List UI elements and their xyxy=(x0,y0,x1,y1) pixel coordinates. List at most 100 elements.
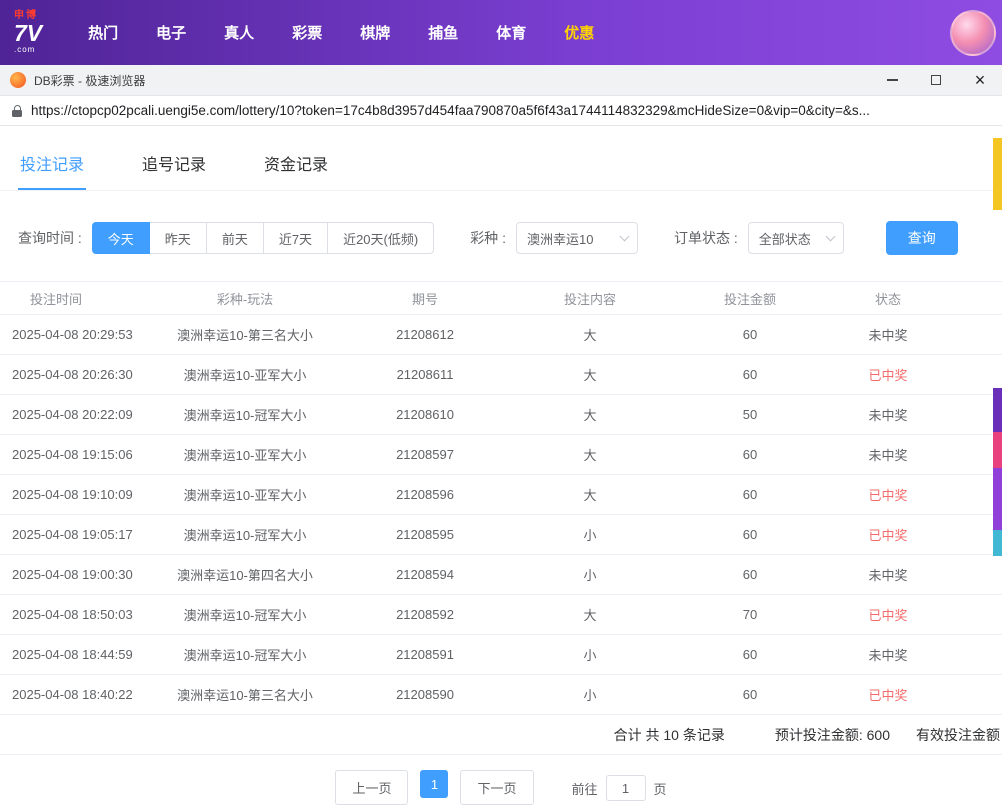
cell-game-play: 澳洲幸运10-第四名大小 xyxy=(150,565,340,584)
cell-issue-number: 21208591 xyxy=(340,647,510,662)
window-controls: × xyxy=(870,65,1002,95)
close-button[interactable]: × xyxy=(958,65,1002,95)
minimize-button[interactable] xyxy=(870,65,914,95)
time-filter-option[interactable]: 前天 xyxy=(206,222,264,254)
lottery-select-value: 澳洲幸运10 xyxy=(527,229,593,248)
cell-game-play: 澳洲幸运10-冠军大小 xyxy=(150,525,340,544)
nav-item[interactable]: 彩票 xyxy=(292,22,322,43)
user-avatar[interactable] xyxy=(950,10,996,56)
cell-game-play: 澳洲幸运10-冠军大小 xyxy=(150,605,340,624)
record-tabs: 投注记录追号记录资金记录 xyxy=(0,136,1002,191)
cell-bet-amount: 50 xyxy=(670,407,830,422)
table-row[interactable]: 2025-04-08 18:44:59 澳洲幸运10-冠军大小 21208591… xyxy=(0,635,1002,675)
cell-game-play: 澳洲幸运10-冠军大小 xyxy=(150,405,340,424)
nav-item[interactable]: 优惠 xyxy=(564,22,594,43)
cell-issue-number: 21208611 xyxy=(340,367,510,382)
table-row[interactable]: 2025-04-08 19:10:09 澳洲幸运10-亚军大小 21208596… xyxy=(0,475,1002,515)
cell-issue-number: 21208595 xyxy=(340,527,510,542)
summary-estimated-amount: 预计投注金额: 600 xyxy=(775,725,890,745)
table-header-cell: 彩种-玩法 xyxy=(150,289,340,308)
table-header-cell: 投注内容 xyxy=(510,289,670,308)
cell-status: 已中奖 xyxy=(830,365,1002,384)
chevron-down-icon xyxy=(825,232,835,242)
tab[interactable]: 追号记录 xyxy=(140,136,208,190)
cell-issue-number: 21208610 xyxy=(340,407,510,422)
table-header-cell: 状态 xyxy=(830,289,1002,308)
lottery-select[interactable]: 澳洲幸运10 xyxy=(516,222,638,254)
cell-issue-number: 21208590 xyxy=(340,687,510,702)
table-row[interactable]: 2025-04-08 19:15:06 澳洲幸运10-亚军大小 21208597… xyxy=(0,435,1002,475)
table-row[interactable]: 2025-04-08 18:50:03 澳洲幸运10-冠军大小 21208592… xyxy=(0,595,1002,635)
goto-page-unit: 页 xyxy=(654,779,667,798)
cell-bet-content: 大 xyxy=(510,605,670,624)
cell-bet-time: 2025-04-08 19:05:17 xyxy=(0,527,150,542)
cell-status: 已中奖 xyxy=(830,525,1002,544)
cell-status: 已中奖 xyxy=(830,485,1002,504)
nav-item[interactable]: 棋牌 xyxy=(360,22,390,43)
nav-item[interactable]: 体育 xyxy=(496,22,526,43)
table-row[interactable]: 2025-04-08 18:40:22 澳洲幸运10-第三名大小 2120859… xyxy=(0,675,1002,715)
summary-bar: 合计 共 10 条记录 预计投注金额: 600 有效投注金额 xyxy=(0,715,1002,755)
tab[interactable]: 投注记录 xyxy=(18,136,86,190)
cell-bet-amount: 60 xyxy=(670,527,830,542)
cell-bet-amount: 60 xyxy=(670,567,830,582)
lock-icon xyxy=(12,105,22,117)
background-page-strip xyxy=(993,530,1002,556)
window-title: DB彩票 - 极速浏览器 xyxy=(34,72,870,89)
table-header-cell: 期号 xyxy=(340,289,510,308)
tab[interactable]: 资金记录 xyxy=(262,136,330,190)
cell-bet-time: 2025-04-08 19:00:30 xyxy=(0,567,150,582)
background-page-strip xyxy=(993,468,1002,530)
browser-titlebar: DB彩票 - 极速浏览器 × xyxy=(0,65,1002,96)
cell-bet-content: 小 xyxy=(510,685,670,704)
cell-bet-content: 小 xyxy=(510,525,670,544)
page-number-current[interactable]: 1 xyxy=(420,770,448,798)
time-filter-option[interactable]: 近7天 xyxy=(263,222,328,254)
url-text[interactable]: https://ctopcp02pcali.uengi5e.com/lotter… xyxy=(31,103,990,118)
nav-item[interactable]: 热门 xyxy=(88,22,118,43)
order-status-select[interactable]: 全部状态 xyxy=(748,222,844,254)
cell-issue-number: 21208597 xyxy=(340,447,510,462)
maximize-icon xyxy=(931,75,941,85)
nav-item[interactable]: 捕鱼 xyxy=(428,22,458,43)
goto-page: 前往 页 xyxy=(572,770,667,801)
cell-bet-amount: 60 xyxy=(670,367,830,382)
cell-status: 未中奖 xyxy=(830,405,1002,424)
cell-bet-time: 2025-04-08 20:22:09 xyxy=(0,407,150,422)
time-filter-option[interactable]: 昨天 xyxy=(149,222,207,254)
table-row[interactable]: 2025-04-08 20:22:09 澳洲幸运10-冠军大小 21208610… xyxy=(0,395,1002,435)
lottery-filter-label: 彩种 : xyxy=(470,228,506,248)
table-header-cell: 投注时间 xyxy=(0,289,150,308)
cell-bet-content: 大 xyxy=(510,485,670,504)
time-filter-option[interactable]: 近20天(低频) xyxy=(327,222,434,254)
table-row[interactable]: 2025-04-08 19:05:17 澳洲幸运10-冠军大小 21208595… xyxy=(0,515,1002,555)
cell-game-play: 澳洲幸运10-第三名大小 xyxy=(150,685,340,704)
table-header-cell: 投注金额 xyxy=(670,289,830,308)
cell-issue-number: 21208594 xyxy=(340,567,510,582)
prev-page-button[interactable]: 上一页 xyxy=(335,770,408,805)
site-logo[interactable]: 申博 7V .com xyxy=(14,11,42,54)
nav-item[interactable]: 真人 xyxy=(224,22,254,43)
cell-game-play: 澳洲幸运10-冠军大小 xyxy=(150,645,340,664)
summary-valid-amount: 有效投注金额 xyxy=(916,725,1000,745)
nav-item[interactable]: 电子 xyxy=(156,22,186,43)
cell-status: 已中奖 xyxy=(830,605,1002,624)
cell-bet-amount: 70 xyxy=(670,607,830,622)
maximize-button[interactable] xyxy=(914,65,958,95)
table-body: 2025-04-08 20:29:53 澳洲幸运10-第三名大小 2120861… xyxy=(0,315,1002,715)
cell-bet-content: 大 xyxy=(510,445,670,464)
cell-bet-amount: 60 xyxy=(670,687,830,702)
table-row[interactable]: 2025-04-08 19:00:30 澳洲幸运10-第四名大小 2120859… xyxy=(0,555,1002,595)
time-filter-option[interactable]: 今天 xyxy=(92,222,150,254)
cell-bet-time: 2025-04-08 19:15:06 xyxy=(0,447,150,462)
next-page-button[interactable]: 下一页 xyxy=(460,770,533,805)
browser-urlbar[interactable]: https://ctopcp02pcali.uengi5e.com/lotter… xyxy=(0,96,1002,126)
cell-bet-time: 2025-04-08 20:26:30 xyxy=(0,367,150,382)
table-row[interactable]: 2025-04-08 20:26:30 澳洲幸运10-亚军大小 21208611… xyxy=(0,355,1002,395)
cell-game-play: 澳洲幸运10-亚军大小 xyxy=(150,485,340,504)
cell-issue-number: 21208596 xyxy=(340,487,510,502)
query-button[interactable]: 查询 xyxy=(886,221,958,255)
goto-page-input[interactable] xyxy=(606,775,646,801)
order-status-value: 全部状态 xyxy=(759,229,811,248)
table-row[interactable]: 2025-04-08 20:29:53 澳洲幸运10-第三名大小 2120861… xyxy=(0,315,1002,355)
